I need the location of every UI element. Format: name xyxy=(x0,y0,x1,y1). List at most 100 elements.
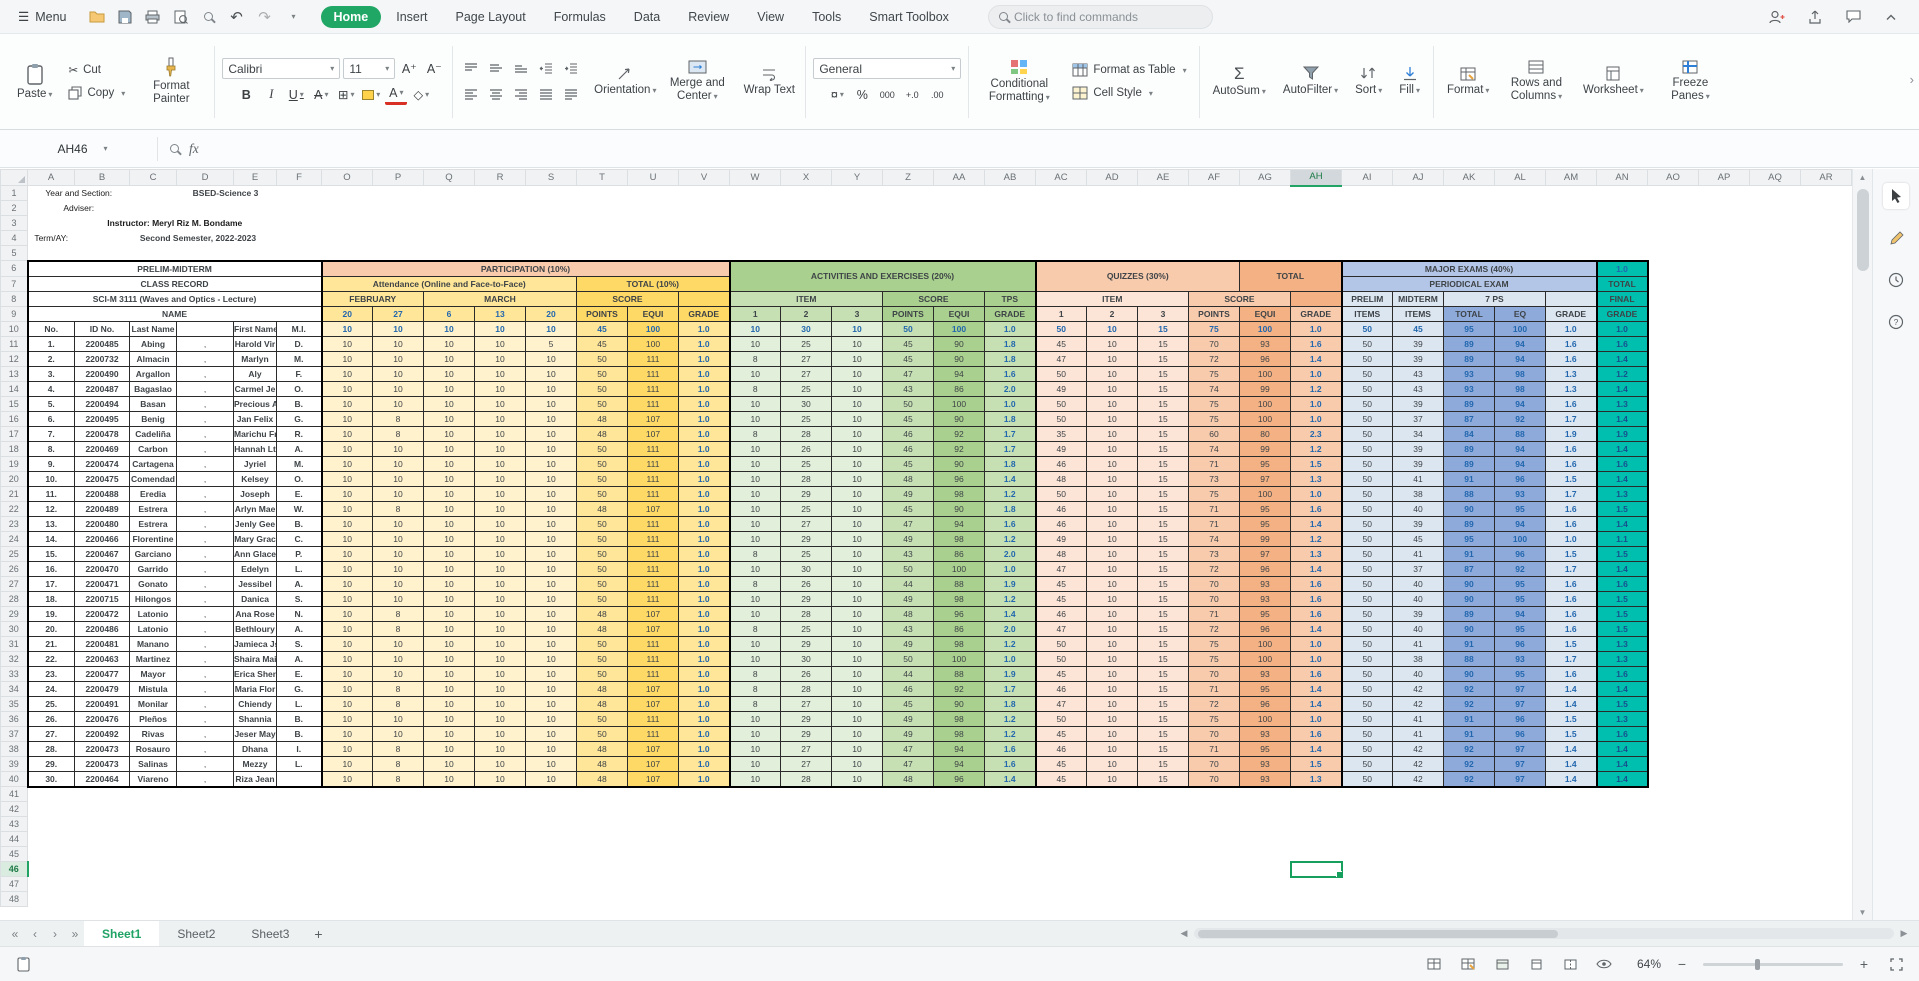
cell[interactable] xyxy=(832,787,883,802)
cell[interactable]: 70 xyxy=(1188,725,1240,742)
cell[interactable]: 8 xyxy=(729,425,781,442)
cell[interactable]: M. xyxy=(276,350,323,367)
cell[interactable]: Jamieca Js xyxy=(233,635,277,652)
cell[interactable]: 15 xyxy=(1137,635,1189,652)
cell[interactable]: 49 xyxy=(882,635,934,652)
cell[interactable] xyxy=(1750,186,1801,201)
cell[interactable]: 15 xyxy=(1137,380,1189,397)
cell[interactable] xyxy=(679,847,730,862)
cell[interactable]: Hilongos xyxy=(129,590,177,607)
cell[interactable]: Jenly Gee xyxy=(233,515,277,532)
cell[interactable]: 28. xyxy=(26,740,75,757)
cell[interactable]: 1.0 xyxy=(984,395,1037,412)
cell[interactable]: 1.6 xyxy=(1290,500,1343,517)
cell[interactable]: Danica xyxy=(233,590,277,607)
cell[interactable]: 29 xyxy=(780,590,832,607)
cell[interactable]: 1.4 xyxy=(1596,440,1649,457)
currency-format-button[interactable]: ¤ ▾ xyxy=(826,84,848,105)
autofilter-button[interactable]: AutoFilter ▾ xyxy=(1277,63,1344,100)
cell[interactable]: 10 xyxy=(372,470,424,487)
cell[interactable]: 88 xyxy=(933,665,985,682)
cell[interactable] xyxy=(628,186,679,201)
cell[interactable]: 10 xyxy=(525,575,577,592)
cell[interactable] xyxy=(1289,860,1343,878)
cell[interactable] xyxy=(1342,832,1393,847)
cell[interactable]: 2200490 xyxy=(74,365,130,382)
row-header[interactable]: 44 xyxy=(0,831,28,847)
cell[interactable] xyxy=(1138,802,1189,817)
cell[interactable] xyxy=(1240,802,1291,817)
cell[interactable]: 1.3 xyxy=(1545,365,1598,382)
cell[interactable]: 50 xyxy=(576,590,628,607)
cell[interactable]: 10 xyxy=(525,320,577,337)
cell[interactable]: 98 xyxy=(1494,380,1546,397)
cell[interactable]: 40 xyxy=(1392,665,1444,682)
cell[interactable]: 10 xyxy=(831,635,883,652)
cell[interactable]: 10 xyxy=(372,455,424,472)
cell[interactable] xyxy=(1750,216,1801,231)
cell[interactable]: 1.9 xyxy=(1545,425,1598,442)
cell[interactable]: 10 xyxy=(1086,680,1138,697)
cell[interactable] xyxy=(1648,892,1699,907)
cell[interactable]: 10 xyxy=(423,725,475,742)
cell[interactable]: 15 xyxy=(1137,335,1189,352)
cell[interactable] xyxy=(1699,216,1750,231)
cell[interactable]: 40 xyxy=(1392,590,1444,607)
cell[interactable]: 100 xyxy=(1239,365,1291,382)
cell[interactable] xyxy=(1801,621,1852,636)
cell[interactable]: 50 xyxy=(1341,545,1393,562)
cell[interactable]: 1.0 xyxy=(678,770,731,788)
edit-tool-button[interactable] xyxy=(1883,225,1909,251)
cell[interactable]: 15 xyxy=(1137,590,1189,607)
cell[interactable]: 10 xyxy=(525,650,577,667)
cell[interactable] xyxy=(177,787,234,802)
cell[interactable]: , xyxy=(176,680,234,697)
cell[interactable] xyxy=(1648,291,1699,306)
row-header[interactable]: 38 xyxy=(0,740,28,757)
cell[interactable]: 10 xyxy=(321,500,373,517)
cell[interactable]: 96 xyxy=(1494,635,1546,652)
cell[interactable]: 10 xyxy=(423,665,475,682)
cell[interactable]: 43 xyxy=(1392,365,1444,382)
cell[interactable]: 2200494 xyxy=(74,395,130,412)
cell[interactable] xyxy=(1444,832,1495,847)
cell[interactable] xyxy=(1393,892,1444,907)
cell[interactable]: 107 xyxy=(627,755,679,772)
cell[interactable]: 75 xyxy=(1188,485,1240,502)
cell[interactable]: 10 xyxy=(831,485,883,502)
cell[interactable]: 10 xyxy=(1086,560,1138,577)
cell[interactable]: 39 xyxy=(1392,350,1444,367)
cell[interactable]: 94 xyxy=(933,365,985,382)
cell[interactable]: 10 xyxy=(423,530,475,547)
cell[interactable]: W. xyxy=(276,500,323,517)
cell[interactable]: Benig xyxy=(129,410,177,427)
cell[interactable]: PERIODICAL EXAM xyxy=(1341,275,1598,292)
cell[interactable]: 10 xyxy=(525,770,577,788)
cell[interactable]: 100 xyxy=(627,335,679,352)
cell[interactable]: 37 xyxy=(1392,560,1444,577)
column-header[interactable]: U xyxy=(627,169,679,186)
cell[interactable] xyxy=(883,231,934,246)
cell[interactable]: 1.6 xyxy=(1596,335,1649,352)
cell[interactable]: 1.6 xyxy=(1545,395,1598,412)
cell[interactable]: 10 xyxy=(1086,335,1138,352)
cell[interactable]: , xyxy=(176,470,234,487)
cell[interactable]: 42 xyxy=(1392,695,1444,712)
cell[interactable]: 94 xyxy=(1494,440,1546,457)
cell[interactable]: , xyxy=(176,770,234,788)
cell[interactable] xyxy=(1342,216,1393,231)
cell[interactable]: , xyxy=(176,410,234,427)
cell[interactable] xyxy=(322,201,373,216)
cell[interactable]: B. xyxy=(276,515,323,532)
cell[interactable] xyxy=(1342,817,1393,832)
cell[interactable]: 10 xyxy=(372,530,424,547)
cell[interactable] xyxy=(28,832,75,847)
cell[interactable]: 1.0 xyxy=(1290,650,1343,667)
cell[interactable]: 1.0 xyxy=(678,470,731,487)
cell[interactable]: SCORE xyxy=(1188,290,1291,307)
cell[interactable]: I. xyxy=(276,740,323,757)
row-header[interactable]: 28 xyxy=(0,590,28,607)
cell[interactable]: 1.4 xyxy=(1596,515,1649,532)
cell[interactable]: 8 xyxy=(372,500,424,517)
cell[interactable] xyxy=(1750,471,1801,486)
